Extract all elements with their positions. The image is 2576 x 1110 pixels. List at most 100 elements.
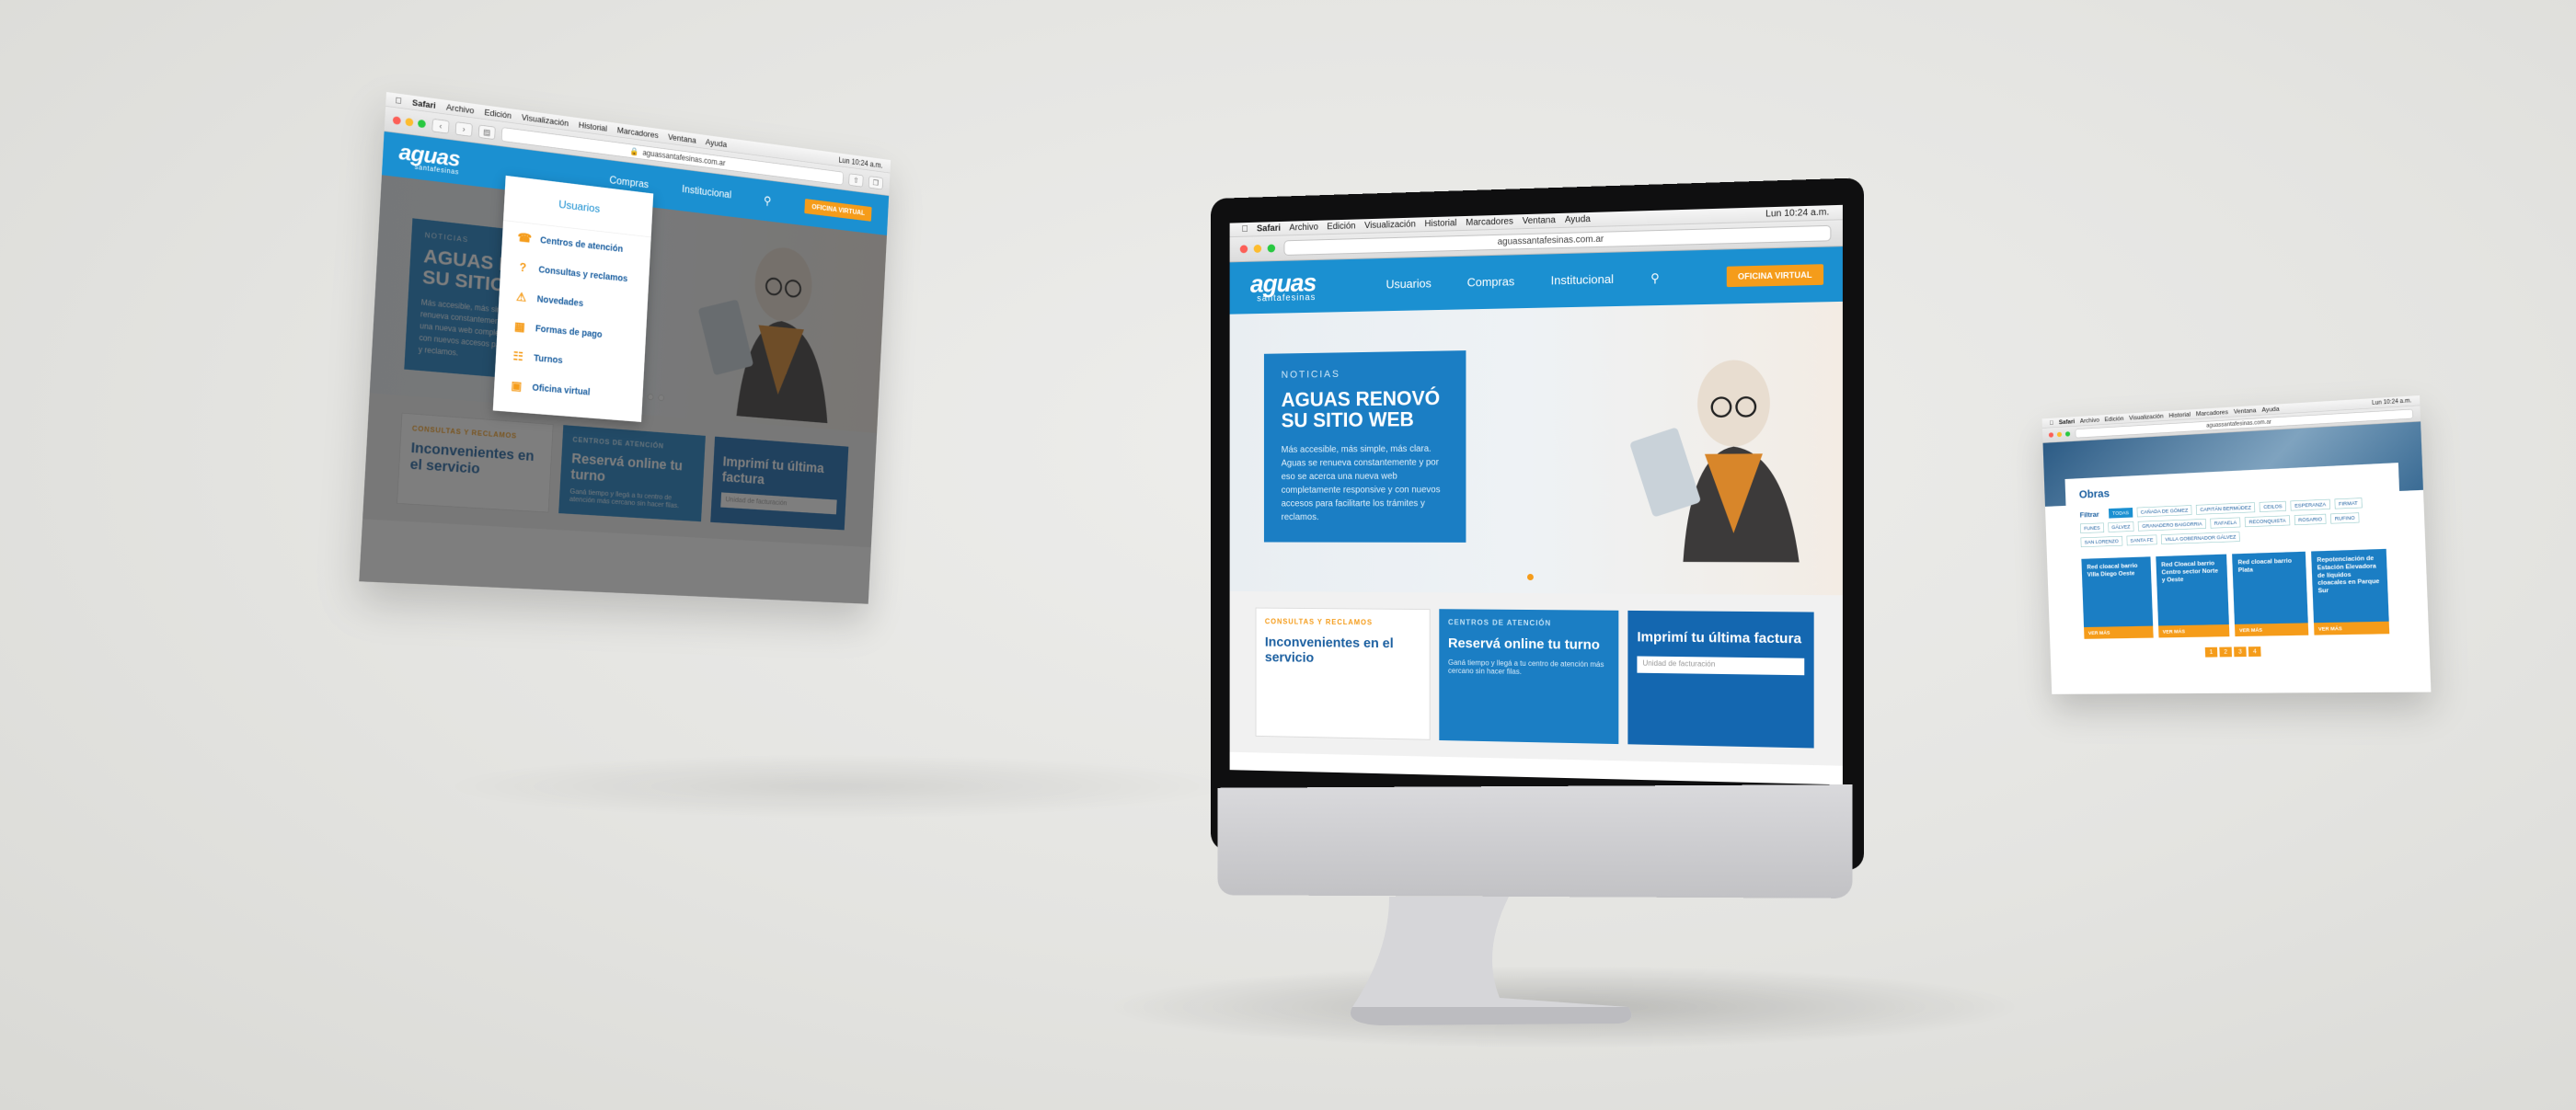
- centros-card[interactable]: CENTROS DE ATENCIÓN Reservá online tu tu…: [1439, 609, 1619, 745]
- facturacion-input[interactable]: Unidad de facturación: [1637, 656, 1805, 676]
- apple-icon[interactable]: : [1242, 224, 1248, 235]
- oficina-virtual-button[interactable]: OFICINA VIRTUAL: [1726, 264, 1824, 288]
- menu-archivo[interactable]: Archivo: [1289, 223, 1317, 234]
- right-browser-window:  Safari Archivo Edición Visualización H…: [2041, 395, 2432, 694]
- menu-historial[interactable]: Historial: [579, 120, 608, 133]
- menu-app[interactable]: Safari: [2059, 418, 2076, 426]
- filter-chip[interactable]: RUFINO: [2330, 512, 2360, 524]
- menu-edicion[interactable]: Edición: [2104, 415, 2123, 422]
- hero-text: Más accesible, más simple, más clara. Ag…: [1281, 443, 1441, 523]
- menu-historial[interactable]: Historial: [1425, 218, 1457, 229]
- filter-chip[interactable]: RAFAELA: [2210, 517, 2241, 529]
- zoom-window-button[interactable]: [417, 119, 426, 129]
- filter-chip[interactable]: ROSARIO: [2294, 513, 2327, 526]
- minimize-window-button[interactable]: [1253, 244, 1262, 253]
- forward-button[interactable]: ›: [454, 120, 473, 137]
- search-icon[interactable]: ⚲: [1650, 271, 1660, 286]
- logo-text: aguas: [1249, 268, 1317, 298]
- woman-with-tablet-photo: [1629, 359, 1800, 563]
- apple-icon[interactable]: : [395, 96, 402, 107]
- filter-chip[interactable]: CAPITÁN BERMÚDEZ: [2195, 502, 2256, 515]
- menu-app[interactable]: Safari: [412, 97, 436, 110]
- question-icon: ?: [519, 260, 527, 275]
- filter-chip[interactable]: GÁLVEZ: [2108, 521, 2134, 532]
- card-tag: CONSULTAS Y RECLAMOS: [1264, 617, 1374, 627]
- filter-chip[interactable]: ESPERANZA: [2290, 498, 2330, 511]
- obra-card[interactable]: Red cloacal barrio Villa Diego Oeste VER …: [2081, 556, 2154, 639]
- aguas-logo[interactable]: aguas santafesinas: [1249, 268, 1317, 304]
- minimize-window-button[interactable]: [2056, 431, 2063, 438]
- obra-card[interactable]: Repotenciación de Estación Elevadora de …: [2310, 548, 2390, 635]
- search-icon[interactable]: ⚲: [764, 194, 772, 208]
- menu-edicion[interactable]: Edición: [1327, 222, 1355, 233]
- nav-institucional[interactable]: Institucional: [682, 184, 731, 203]
- hero-title: AGUAS RENOVÓ SU SITIO WEB: [1281, 386, 1441, 432]
- card-title: Inconvenientes en el servicio: [1264, 634, 1394, 667]
- filter-chip[interactable]: SANTA FE: [2126, 534, 2157, 546]
- obra-more-button[interactable]: VER MÁS: [2313, 621, 2390, 635]
- filter-chip[interactable]: CEILOS: [2259, 500, 2287, 512]
- obra-more-button[interactable]: VER MÁS: [2084, 625, 2154, 639]
- filter-chip[interactable]: CAÑADA DE GÓMEZ: [2136, 505, 2192, 518]
- menu-ayuda[interactable]: Ayuda: [706, 137, 728, 149]
- menu-visualizacion[interactable]: Visualización: [1364, 220, 1416, 231]
- obra-card[interactable]: Red Cloacal barrio Centro sector Norte y…: [2156, 554, 2230, 638]
- menu-marcadores[interactable]: Marcadores: [1466, 216, 1513, 227]
- card-tag: CENTROS DE ATENCIÓN: [1447, 618, 1552, 628]
- nav-compras[interactable]: Compras: [1467, 274, 1515, 290]
- filter-chip[interactable]: FUNES: [2080, 522, 2104, 533]
- aguas-logo[interactable]: aguas santafesinas: [398, 140, 461, 177]
- share-icon[interactable]: ⇧: [848, 173, 864, 188]
- minimize-window-button[interactable]: [405, 117, 414, 127]
- imac-device:  Safari Archivo Edición Visualización H…: [1196, 177, 1864, 898]
- obra-card[interactable]: Red cloacal barrio Plata VER MÁS: [2232, 551, 2308, 637]
- page-button[interactable]: 3: [2234, 647, 2247, 658]
- zoom-window-button[interactable]: [1267, 244, 1276, 253]
- tabs-icon[interactable]: ❐: [868, 175, 884, 189]
- apple-icon[interactable]: : [2049, 419, 2053, 426]
- back-button[interactable]: ‹: [431, 118, 450, 134]
- menu-marcadores[interactable]: Marcadores: [2196, 408, 2228, 417]
- close-window-button[interactable]: [2048, 432, 2054, 438]
- consultas-card[interactable]: CONSULTAS Y RECLAMOS Inconvenientes en e…: [1255, 607, 1431, 740]
- page-button[interactable]: 2: [2219, 647, 2233, 658]
- menu-ayuda[interactable]: Ayuda: [2261, 406, 2279, 413]
- nav-institucional[interactable]: Institucional: [1551, 272, 1614, 289]
- obra-title: Red cloacal barrio Villa Diego Oeste: [2087, 562, 2138, 578]
- carousel-dot[interactable]: [1527, 574, 1534, 581]
- obra-more-button[interactable]: VER MÁS: [2157, 624, 2230, 638]
- menu-historial[interactable]: Historial: [2168, 411, 2191, 419]
- page-button[interactable]: 1: [2204, 647, 2218, 658]
- filter-chip[interactable]: FIRMAT: [2334, 498, 2363, 509]
- menu-ayuda[interactable]: Ayuda: [1565, 214, 1591, 225]
- close-window-button[interactable]: [1239, 245, 1248, 254]
- menu-ventana[interactable]: Ventana: [1523, 215, 1556, 226]
- page-button[interactable]: 4: [2248, 647, 2261, 658]
- filter-chip[interactable]: SAN LORENZO: [2080, 535, 2123, 548]
- usuarios-dropdown: Usuarios ☎ Centros de atención ? Consultas…: [492, 175, 654, 422]
- hero-news-card[interactable]: NOTICIAS AGUAS RENOVÓ SU SITIO WEB Más a…: [1263, 350, 1466, 543]
- filter-chip[interactable]: TODAS: [2108, 507, 2133, 519]
- sidebar-toggle-icon[interactable]: ▤: [477, 124, 496, 140]
- filter-label: Filtrar: [2079, 509, 2099, 520]
- zoom-window-button[interactable]: [2064, 431, 2071, 437]
- warning-icon: ⚠: [515, 290, 527, 304]
- filter-chip[interactable]: RECONQUISTA: [2245, 515, 2291, 528]
- card-icon: ▦: [513, 319, 526, 334]
- menu-archivo[interactable]: Archivo: [446, 102, 475, 116]
- oficina-virtual-button[interactable]: OFICINA VIRTUAL: [804, 199, 872, 222]
- dropdown-item-label: Turnos: [533, 352, 563, 366]
- menu-ventana[interactable]: Ventana: [2234, 407, 2257, 416]
- hero-banner: NOTICIAS AGUAS RENOVÓ SU SITIO WEB Más a…: [1229, 301, 1843, 596]
- menu-app[interactable]: Safari: [1257, 223, 1281, 234]
- filter-chip[interactable]: VILLA GOBERNADOR GÁLVEZ: [2161, 532, 2240, 544]
- menu-archivo[interactable]: Archivo: [2080, 417, 2099, 424]
- menu-visualizacion[interactable]: Visualización: [2129, 413, 2164, 421]
- nav-usuarios[interactable]: Usuarios: [1386, 276, 1431, 292]
- close-window-button[interactable]: [392, 115, 401, 125]
- filter-chip[interactable]: GRANADERO BAIGORRIA: [2137, 519, 2206, 532]
- address-text: aguassantafesinas.com.ar: [642, 147, 726, 167]
- obra-more-button[interactable]: VER MÁS: [2234, 623, 2308, 637]
- menu-ventana[interactable]: Ventana: [668, 132, 696, 144]
- menu-edicion[interactable]: Edición: [484, 108, 512, 120]
